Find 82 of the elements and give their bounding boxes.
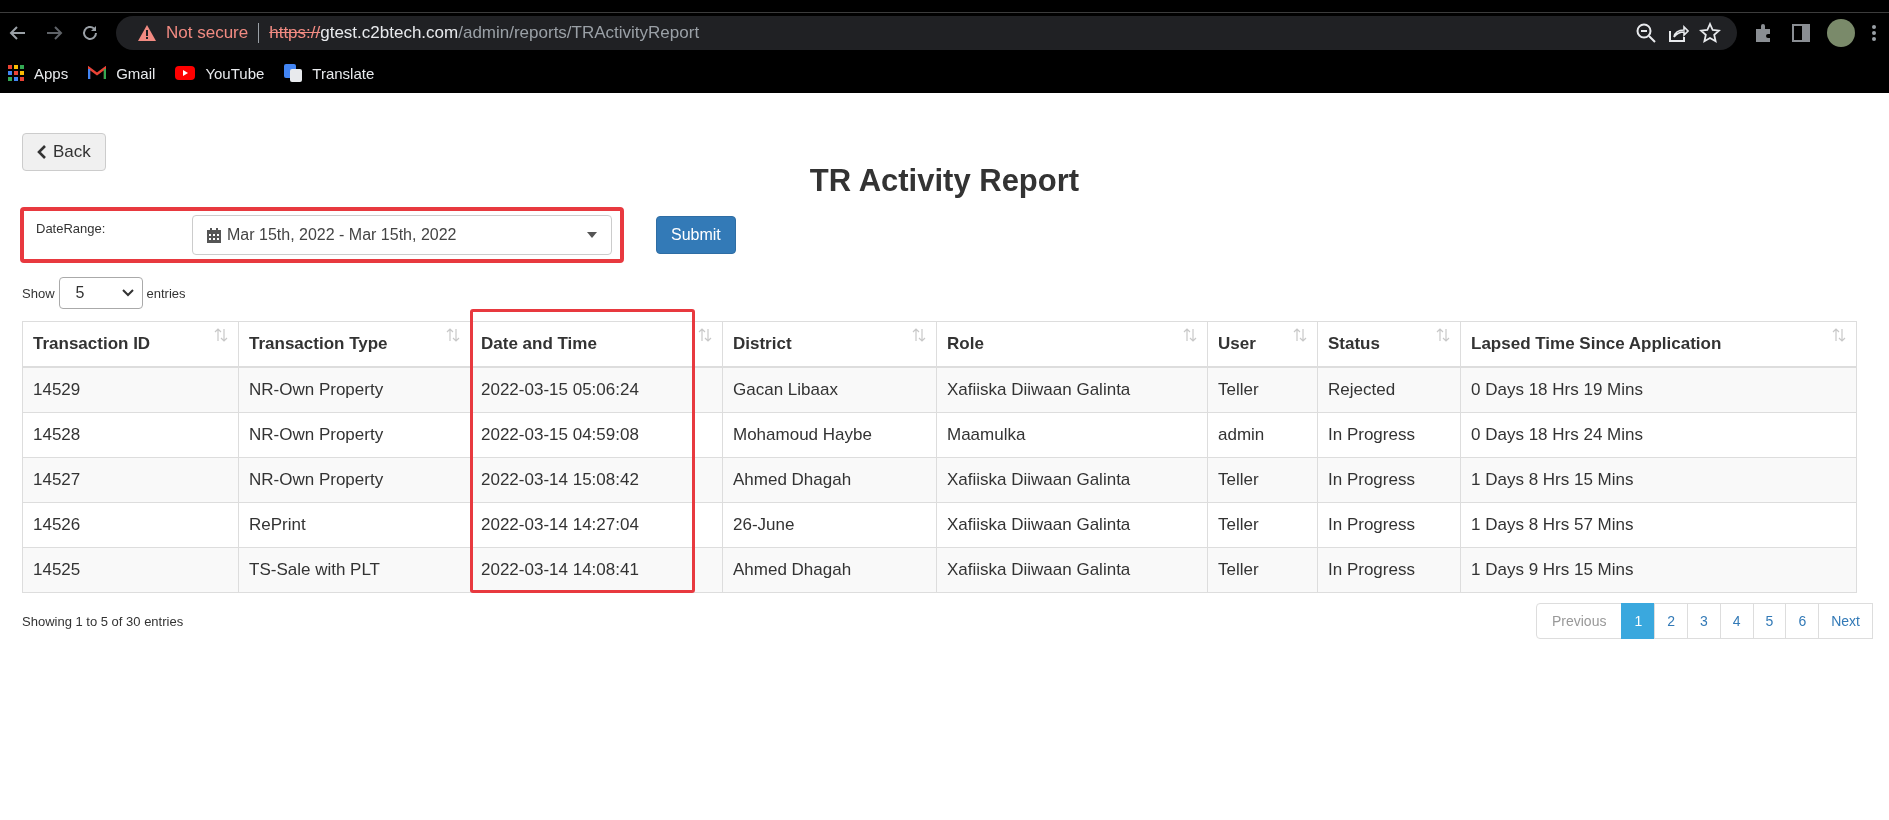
table-cell: In Progress bbox=[1317, 502, 1461, 548]
table-cell: Teller bbox=[1207, 367, 1318, 413]
entries-info: Showing 1 to 5 of 30 entries bbox=[22, 613, 184, 629]
translate-icon bbox=[284, 64, 303, 82]
star-icon[interactable] bbox=[1699, 22, 1721, 44]
table-cell: 2022-03-15 05:06:24 bbox=[470, 367, 723, 413]
table-cell: TS-Sale with PLT bbox=[238, 547, 471, 593]
table-cell: Teller bbox=[1207, 547, 1318, 593]
table-cell: Xafiiska Diiwaan Galinta bbox=[936, 457, 1208, 503]
table-cell: In Progress bbox=[1317, 412, 1461, 458]
table-cell: Gacan Libaax bbox=[722, 367, 937, 413]
submit-button[interactable]: Submit bbox=[656, 216, 736, 254]
sort-icon bbox=[446, 328, 460, 342]
page-button[interactable]: 5 bbox=[1752, 603, 1787, 639]
bookmark-link[interactable]: YouTube bbox=[205, 64, 265, 82]
table-cell: 14526 bbox=[22, 502, 239, 548]
more-menu-icon[interactable] bbox=[1871, 23, 1877, 43]
table-cell: Ahmed Dhagah bbox=[722, 547, 937, 593]
sort-icon bbox=[912, 328, 926, 342]
table-cell: 14527 bbox=[22, 457, 239, 503]
table-cell: Xafiiska Diiwaan Galinta bbox=[936, 502, 1208, 548]
table-cell: In Progress bbox=[1317, 547, 1461, 593]
sort-icon bbox=[1832, 328, 1846, 342]
page-title: TR Activity Report bbox=[808, 163, 1081, 199]
table-cell: Rejected bbox=[1317, 367, 1461, 413]
chevron-down-icon bbox=[121, 289, 134, 297]
caret-icon bbox=[587, 232, 597, 238]
table-cell: 1 Days 8 Hrs 57 Mins bbox=[1460, 502, 1857, 548]
bookmark-link[interactable]: Translate bbox=[312, 64, 375, 82]
entries-select[interactable]: 5 bbox=[58, 277, 143, 309]
avatar[interactable] bbox=[1827, 19, 1855, 47]
warning-icon bbox=[138, 25, 156, 41]
table-cell: 26-June bbox=[722, 502, 937, 548]
zoom-out-icon[interactable] bbox=[1635, 22, 1657, 44]
side-panel-icon[interactable] bbox=[1791, 23, 1811, 43]
entries-label: entries bbox=[146, 285, 186, 301]
table-cell: 2022-03-14 15:08:42 bbox=[470, 457, 723, 503]
table-cell: 2022-03-14 14:27:04 bbox=[470, 502, 723, 548]
table-cell: NR-Own Property bbox=[238, 367, 471, 413]
share-icon[interactable] bbox=[1667, 22, 1689, 44]
table-cell: Ahmed Dhagah bbox=[722, 457, 937, 503]
table-cell: Xafiiska Diiwaan Galinta bbox=[936, 547, 1208, 593]
table-cell: 1 Days 9 Hrs 15 Mins bbox=[1460, 547, 1857, 593]
table-cell: In Progress bbox=[1317, 457, 1461, 503]
table-cell: 1 Days 8 Hrs 15 Mins bbox=[1460, 457, 1857, 503]
table-cell: 0 Days 18 Hrs 19 Mins bbox=[1460, 367, 1857, 413]
play-icon bbox=[175, 66, 196, 80]
table-cell: Teller bbox=[1207, 502, 1318, 548]
show-label: Show bbox=[22, 285, 55, 301]
bookmark-link[interactable]: Apps bbox=[34, 64, 69, 82]
page-button[interactable]: 4 bbox=[1719, 603, 1754, 639]
page-button[interactable]: 2 bbox=[1654, 603, 1688, 639]
table-cell: Xafiiska Diiwaan Galinta bbox=[936, 367, 1208, 413]
table-cell: NR-Own Property bbox=[238, 457, 471, 503]
table-cell: 14525 bbox=[22, 547, 239, 593]
sort-icon bbox=[698, 328, 712, 342]
page-button[interactable]: 6 bbox=[1785, 603, 1820, 639]
table-cell: admin bbox=[1207, 412, 1318, 458]
table-cell: 2022-03-15 04:59:08 bbox=[470, 412, 723, 458]
back-button[interactable]: Back bbox=[22, 133, 106, 171]
sort-icon bbox=[1183, 328, 1197, 342]
chevron-left-icon bbox=[37, 145, 47, 159]
table-cell: Teller bbox=[1207, 457, 1318, 503]
table-cell: Mohamoud Haybe bbox=[722, 412, 937, 458]
sort-icon bbox=[1436, 328, 1450, 342]
address-field[interactable]: https://gtest.c2btech.com/admin/reports/TRActivityReport bbox=[269, 23, 700, 43]
next-page-button[interactable]: Next bbox=[1818, 603, 1873, 639]
page-button[interactable]: 3 bbox=[1687, 603, 1721, 639]
calendar-icon bbox=[207, 227, 221, 243]
table-cell: 14529 bbox=[22, 367, 239, 413]
table-cell: Maamulka bbox=[936, 412, 1208, 458]
date-range-label: DateRange: bbox=[36, 221, 107, 236]
envelope-icon bbox=[88, 66, 107, 80]
table-cell: 14528 bbox=[22, 412, 239, 458]
security-label[interactable]: Not secure bbox=[166, 23, 249, 43]
date-range-field[interactable]: Mar 15th, 2022 - Mar 15th, 2022 bbox=[192, 215, 612, 255]
reload-icon[interactable] bbox=[80, 23, 100, 43]
grid-icon bbox=[8, 65, 24, 81]
bookmark-link[interactable]: Gmail bbox=[116, 64, 156, 82]
sort-icon bbox=[214, 328, 228, 342]
table-cell: 0 Days 18 Hrs 24 Mins bbox=[1460, 412, 1857, 458]
sort-icon bbox=[1293, 328, 1307, 342]
